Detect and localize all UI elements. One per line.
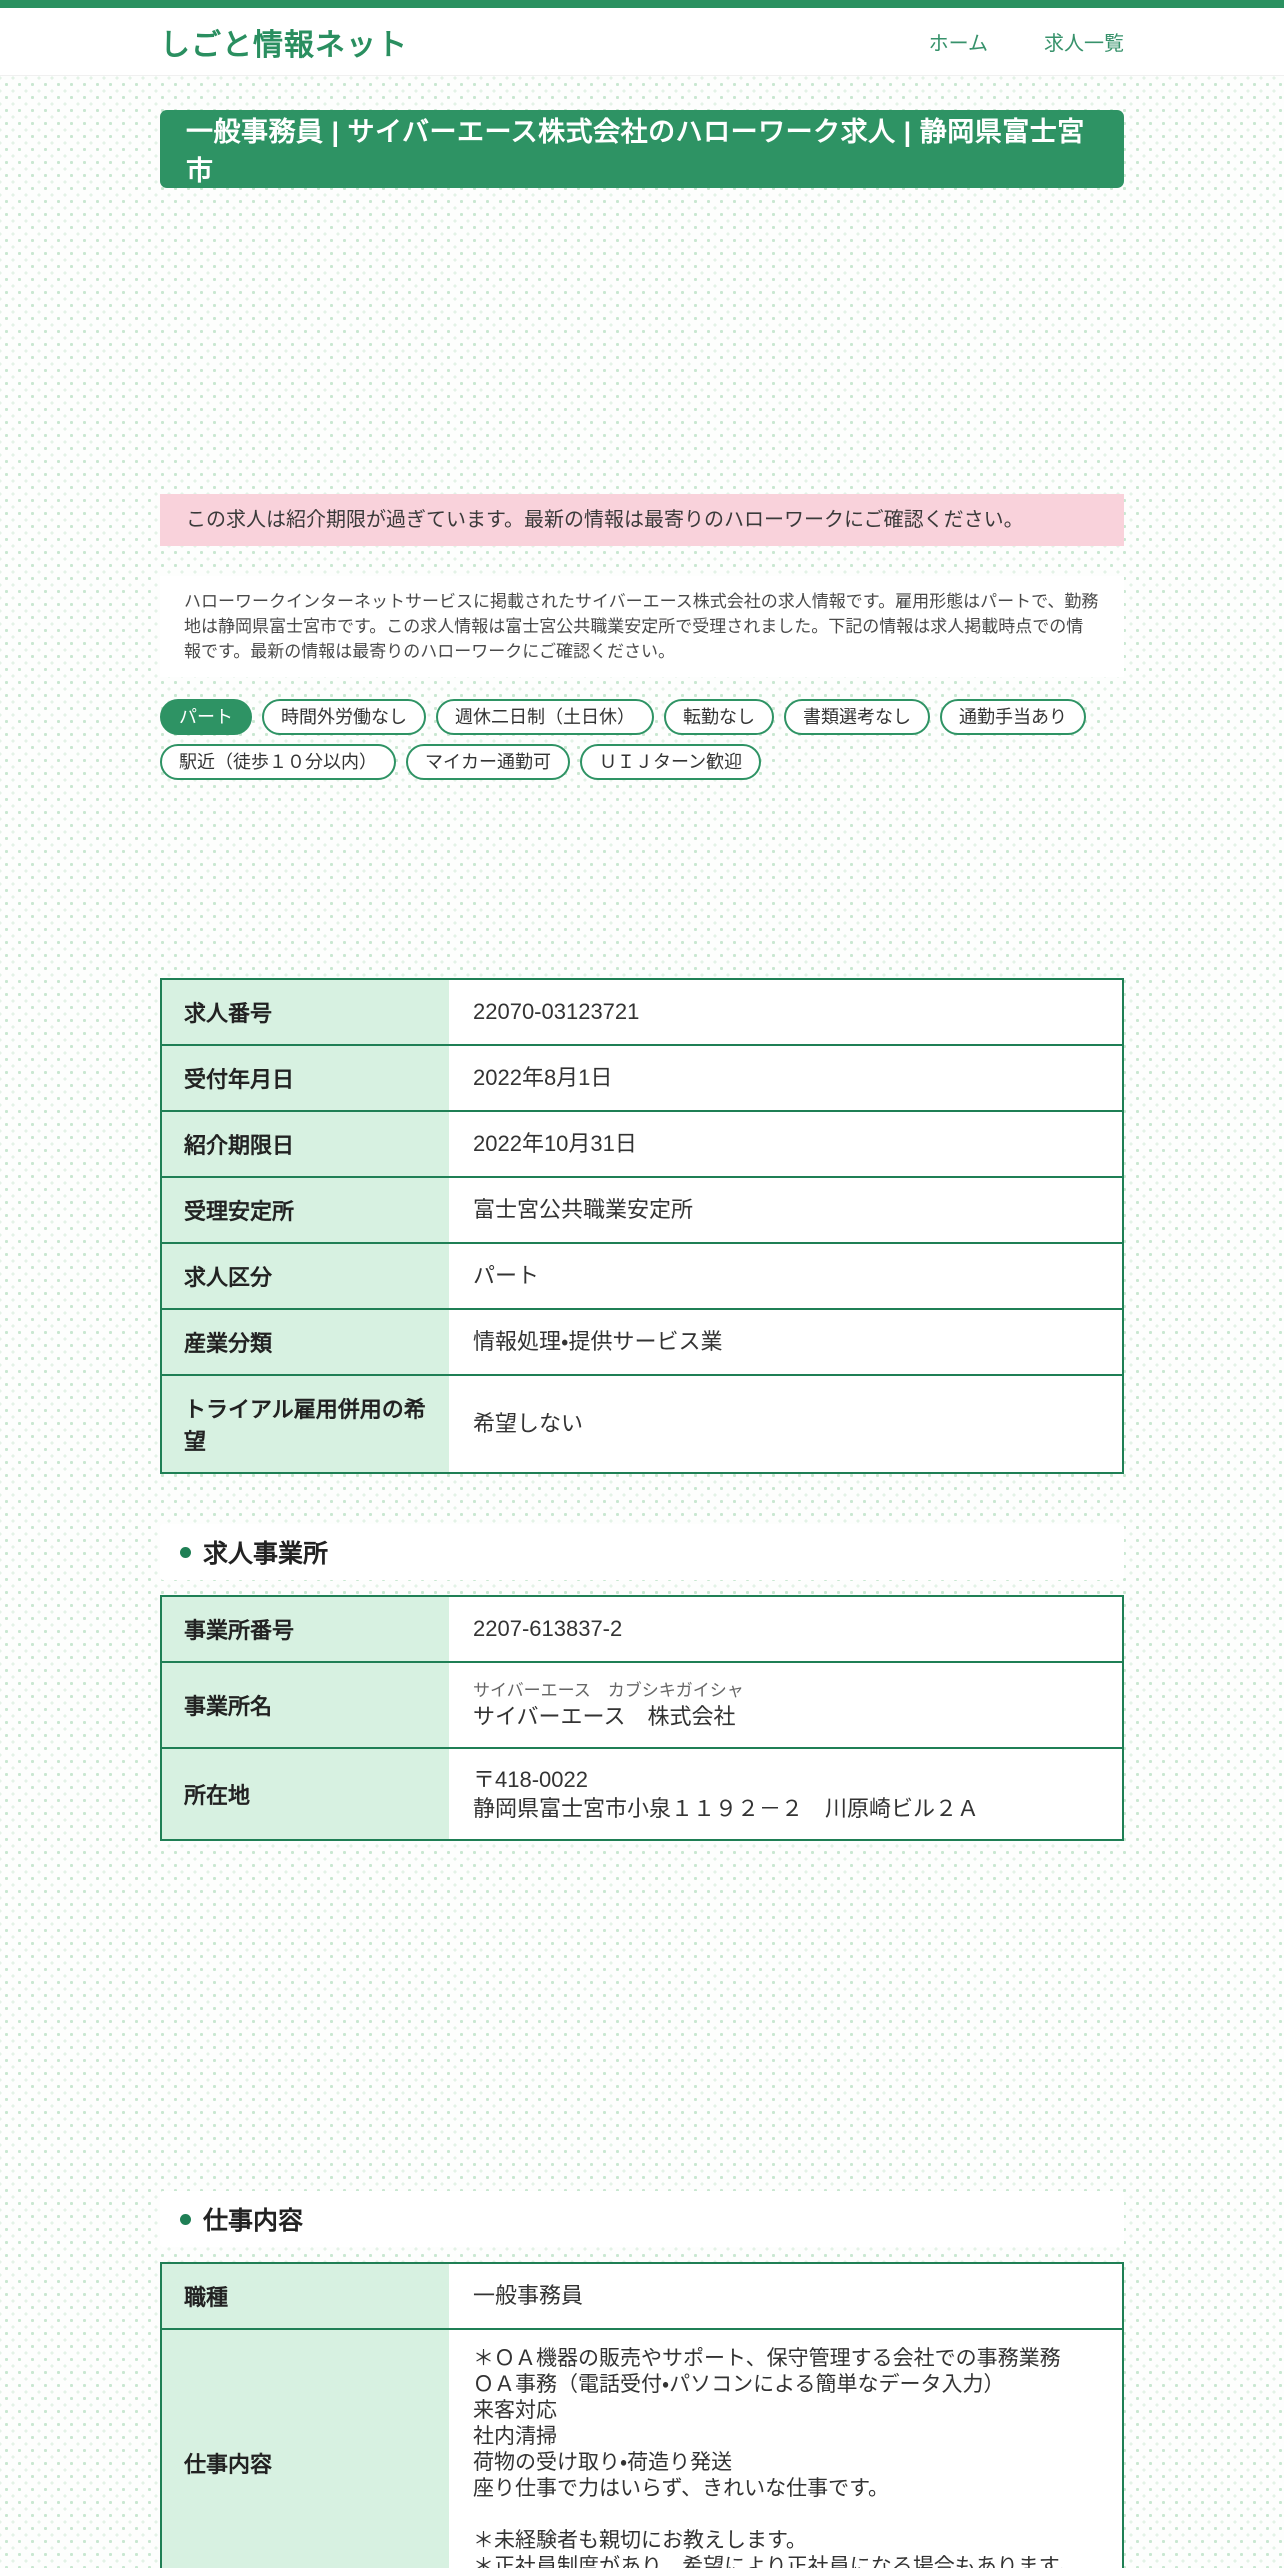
table-row: 事業所名 サイバーエース カブシキガイシャ サイバーエース 株式会社: [161, 1662, 1123, 1748]
postal-code: 〒418-0022: [473, 1767, 588, 1792]
section-title: 求人事業所: [203, 1540, 329, 1568]
row-value: 2022年10月31日: [449, 1111, 1123, 1177]
row-label: 求人区分: [161, 1243, 449, 1309]
row-label: 仕事内容: [161, 2329, 449, 2568]
main-content: 一般事務員 | サイバーエース株式会社のハローワーク求人 | 静岡県富士宮市 こ…: [160, 110, 1124, 2568]
row-value: 22070-03123721: [449, 979, 1123, 1045]
expired-notice-banner: この求人は紹介期限が過ぎています。最新の情報は最寄りのハローワークにご確認くださ…: [160, 494, 1124, 546]
row-value: 2022年8月1日: [449, 1045, 1123, 1111]
tag-employment-type[interactable]: パート: [160, 699, 252, 735]
main-nav: ホーム 求人一覧: [929, 27, 1124, 56]
row-label: 求人番号: [161, 979, 449, 1045]
job-description-text: ＊ＯＡ機器の販売やサポート、保守管理する会社での事務業務 ＯＡ事務（電話受付・パ…: [473, 2347, 1079, 2568]
tag-item[interactable]: マイカー通勤可: [406, 744, 570, 780]
company-name: サイバーエース 株式会社: [473, 1704, 736, 1729]
table-row: 受理安定所 富士宮公共職業安定所: [161, 1177, 1123, 1243]
table-row: トライアル雇用併用の希望 希望しない: [161, 1375, 1123, 1473]
row-value: 富士宮公共職業安定所: [449, 1177, 1123, 1243]
page-title: 一般事務員 | サイバーエース株式会社のハローワーク求人 | 静岡県富士宮市: [160, 110, 1124, 188]
job-intro-text: ハローワークインターネットサービスに掲載されたサイバーエース株式会社の求人情報で…: [160, 576, 1124, 677]
section-heading-job: 仕事内容: [160, 2191, 1124, 2247]
row-label: 所在地: [161, 1748, 449, 1840]
tag-item[interactable]: ＵＩＪターン歓迎: [580, 744, 762, 780]
table-row: 所在地 〒418-0022 静岡県富士宮市小泉１１９２－２ 川原崎ビル２Ａ: [161, 1748, 1123, 1840]
job-summary-table: 求人番号 22070-03123721 受付年月日 2022年8月1日 紹介期限…: [160, 978, 1124, 1474]
row-label: 紹介期限日: [161, 1111, 449, 1177]
nav-link-home[interactable]: ホーム: [929, 27, 988, 56]
section-heading-office: 求人事業所: [160, 1524, 1124, 1580]
row-label: トライアル雇用併用の希望: [161, 1375, 449, 1473]
bullet-icon: [180, 1546, 191, 1558]
row-value: 希望しない: [449, 1375, 1123, 1473]
row-value: 情報処理・提供サービス業: [449, 1309, 1123, 1375]
table-row: 紹介期限日 2022年10月31日: [161, 1111, 1123, 1177]
row-value: 一般事務員: [449, 2263, 1123, 2329]
nav-link-job-list[interactable]: 求人一覧: [1044, 27, 1124, 56]
top-accent-bar: [0, 0, 1284, 8]
site-header: しごと情報ネット ホーム 求人一覧: [0, 8, 1284, 76]
row-value: 〒418-0022 静岡県富士宮市小泉１１９２－２ 川原崎ビル２Ａ: [449, 1748, 1123, 1840]
tag-item[interactable]: 転勤なし: [664, 699, 774, 735]
table-row: 求人番号 22070-03123721: [161, 979, 1123, 1045]
job-detail-table: 職種 一般事務員 仕事内容 ＊ＯＡ機器の販売やサポート、保守管理する会社での事務…: [160, 2262, 1124, 2568]
office-table: 事業所番号 2207-613837-2 事業所名 サイバーエース カブシキガイシ…: [160, 1595, 1124, 1841]
tag-item[interactable]: 駅近（徒歩１０分以内）: [160, 744, 396, 780]
row-label: 産業分類: [161, 1309, 449, 1375]
row-label: 受理安定所: [161, 1177, 449, 1243]
tag-item[interactable]: 週休二日制（土日休）: [436, 699, 654, 735]
row-value: ＊ＯＡ機器の販売やサポート、保守管理する会社での事務業務 ＯＡ事務（電話受付・パ…: [449, 2329, 1123, 2568]
table-row: 職種 一般事務員: [161, 2263, 1123, 2329]
row-value: サイバーエース カブシキガイシャ サイバーエース 株式会社: [449, 1662, 1123, 1748]
tag-list: パート 時間外労働なし 週休二日制（土日休） 転勤なし 書類選考なし 通勤手当あ…: [160, 699, 1124, 780]
tag-item[interactable]: 時間外労働なし: [262, 699, 426, 735]
site-logo[interactable]: しごと情報ネット: [160, 20, 408, 64]
row-label: 受付年月日: [161, 1045, 449, 1111]
tag-item[interactable]: 通勤手当あり: [940, 699, 1086, 735]
row-value: パート: [449, 1243, 1123, 1309]
row-value: 2207-613837-2: [449, 1596, 1123, 1662]
section-title: 仕事内容: [203, 2207, 304, 2235]
address-line: 静岡県富士宮市小泉１１９２－２ 川原崎ビル２Ａ: [473, 1796, 980, 1821]
company-name-kana: サイバーエース カブシキガイシャ: [473, 1681, 744, 1700]
row-label: 事業所番号: [161, 1596, 449, 1662]
table-row: 求人区分 パート: [161, 1243, 1123, 1309]
row-label: 事業所名: [161, 1662, 449, 1748]
table-row: 受付年月日 2022年8月1日: [161, 1045, 1123, 1111]
row-label: 職種: [161, 2263, 449, 2329]
table-row: 産業分類 情報処理・提供サービス業: [161, 1309, 1123, 1375]
table-row: 仕事内容 ＊ＯＡ機器の販売やサポート、保守管理する会社での事務業務 ＯＡ事務（電…: [161, 2329, 1123, 2568]
bullet-icon: [180, 2213, 191, 2225]
tag-item[interactable]: 書類選考なし: [784, 699, 930, 735]
table-row: 事業所番号 2207-613837-2: [161, 1596, 1123, 1662]
